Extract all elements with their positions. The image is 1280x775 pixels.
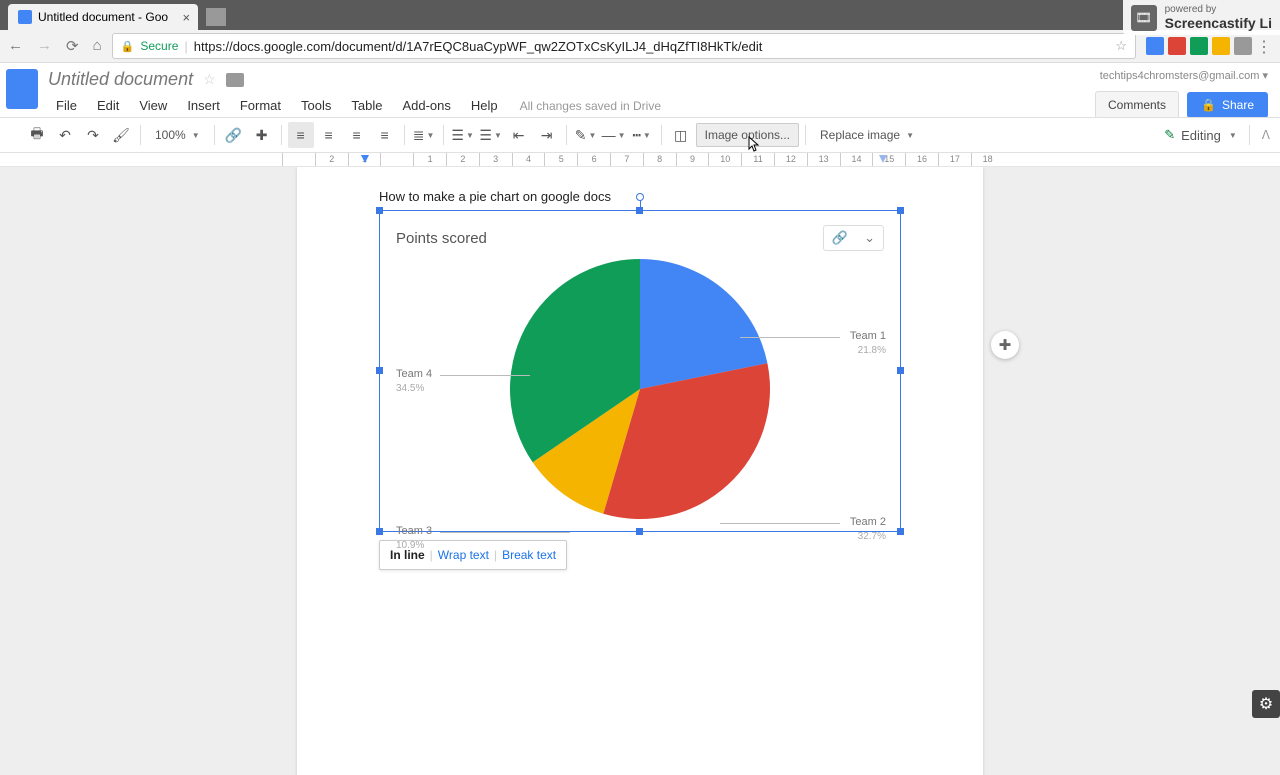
ext-icon[interactable] [1168,37,1186,55]
slice-label-team2: Team 2 32.7% [850,515,886,544]
align-left-icon[interactable]: ≡ [288,122,314,148]
align-right-icon[interactable]: ≡ [344,122,370,148]
indent-decrease-icon[interactable]: ⇤ [506,122,532,148]
browser-tab-bar: Untitled document - Goo × [0,0,1280,30]
extension-icons: ⋮ [1146,37,1272,55]
wrap-break[interactable]: Break text [502,548,556,562]
replace-image-button[interactable]: Replace image ▼ [812,124,922,146]
border-dash-icon[interactable]: ┅▼ [629,122,655,148]
chart-link-icon[interactable]: 🔗 [824,226,856,250]
nav-back-icon[interactable]: ← [8,37,23,55]
share-button[interactable]: 🔒 Share [1187,92,1268,118]
editing-mode-button[interactable]: ✎ Editing ▼ [1164,127,1237,143]
resize-handle-icon[interactable] [636,207,643,214]
lock-icon: 🔒 [1201,98,1216,112]
chart-title: Points scored [396,230,487,247]
slice-label-team4: Team 4 34.5% [396,367,432,396]
zoom-select[interactable]: 100%▼ [147,124,208,146]
tab-title: Untitled document - Goo [38,10,168,24]
chart-selection[interactable]: Points scored 🔗 ⌄ Team 1 21.8% Team 2 [379,210,901,532]
menu-format[interactable]: Format [232,94,289,117]
ext-icon[interactable] [1146,37,1164,55]
slice-label-team3: Team 3 10.9% [396,524,432,553]
address-bar: ← → ⟳ ⌂ 🔒 Secure | https://docs.google.c… [0,30,1280,63]
nav-reload-icon[interactable]: ⟳ [66,37,79,55]
menu-insert[interactable]: Insert [179,94,228,117]
browser-tab[interactable]: Untitled document - Goo × [8,4,198,30]
ruler[interactable]: 21123456789101112131415161718 [0,153,1280,167]
border-color-icon[interactable]: ✎▼ [573,122,599,148]
rotation-handle-icon[interactable] [636,193,644,201]
nav-home-icon[interactable]: ⌂ [93,37,102,55]
menu-bar: File Edit View Insert Format Tools Table… [48,94,1264,117]
menu-edit[interactable]: Edit [89,94,127,117]
pie-svg [510,259,770,519]
move-folder-icon[interactable] [226,73,244,87]
pencil-icon: ✎ [1164,127,1175,143]
menu-table[interactable]: Table [343,94,390,117]
url-input[interactable]: 🔒 Secure | https://docs.google.com/docum… [112,33,1136,59]
ext-icon[interactable] [1234,37,1252,55]
new-tab-button[interactable] [206,8,226,26]
redo-icon[interactable]: ↷ [80,122,106,148]
image-options-button[interactable]: Image options... [696,123,799,147]
align-justify-icon[interactable]: ≡ [372,122,398,148]
link-icon[interactable]: 🔗 [221,122,247,148]
menu-addons[interactable]: Add-ons [394,94,458,117]
resize-handle-icon[interactable] [376,207,383,214]
menu-view[interactable]: View [131,94,175,117]
page: How to make a pie chart on google docs P… [297,167,983,775]
ext-icon[interactable] [1190,37,1208,55]
paint-format-icon[interactable]: 🖌 [108,122,134,148]
chart-link-controls[interactable]: 🔗 ⌄ [823,225,884,251]
line-spacing-icon[interactable]: ≣▼ [411,122,437,148]
gear-icon[interactable]: ⚙ [1252,690,1280,718]
align-center-icon[interactable]: ≡ [316,122,342,148]
screencastify-watermark: 🎞 powered by Screencastify Li [1123,0,1280,35]
comments-button[interactable]: Comments [1095,91,1179,119]
url-text: https://docs.google.com/document/d/1A7rE… [194,39,763,54]
user-email[interactable]: techtips4chromsters@gmail.com ▾ [1100,69,1268,82]
comment-add-icon[interactable]: ✚ [249,122,275,148]
menu-file[interactable]: File [48,94,85,117]
bookmark-star-icon[interactable]: ☆ [1115,38,1127,54]
print-icon[interactable]: 🖶 [24,122,50,148]
bullet-list-icon[interactable]: ☰▼ [478,122,504,148]
border-weight-icon[interactable]: —▼ [601,122,627,148]
pie-chart: Team 1 21.8% Team 2 32.7% Team 3 10.9% [380,259,900,529]
menu-icon[interactable]: ⋮ [1256,37,1272,55]
crop-icon[interactable]: ◫ [668,122,694,148]
undo-icon[interactable]: ↶ [52,122,78,148]
docs-logo-icon[interactable] [6,69,38,109]
nav-forward-icon: → [37,37,52,55]
secure-label: Secure [140,39,178,53]
chevron-down-icon[interactable]: ⌄ [856,226,883,250]
toolbar: 🖶 ↶ ↷ 🖌 100%▼ 🔗 ✚ ≡ ≡ ≡ ≡ ≣▼ ☰▼ ☰▼ ⇤ ⇥ ✎… [0,117,1280,153]
docs-header: Untitled document ☆ techtips4chromsters@… [0,63,1280,117]
menu-tools[interactable]: Tools [293,94,339,117]
add-comment-button[interactable]: ✚ [991,331,1019,359]
save-status: All changes saved in Drive [520,99,661,113]
tab-close-icon[interactable]: × [182,10,190,25]
favicon-icon [18,10,32,24]
collapse-toolbar-icon[interactable]: ᐱ [1262,128,1270,142]
ext-icon[interactable] [1212,37,1230,55]
lock-icon: 🔒 [121,40,135,53]
slice-label-team1: Team 1 21.8% [850,329,886,358]
document-title[interactable]: Untitled document [48,69,193,90]
indent-increase-icon[interactable]: ⇥ [534,122,560,148]
document-canvas[interactable]: How to make a pie chart on google docs P… [0,167,1280,775]
film-icon: 🎞 [1131,5,1157,31]
resize-handle-icon[interactable] [636,528,643,535]
menu-help[interactable]: Help [463,94,506,117]
wrap-text[interactable]: Wrap text [438,548,489,562]
resize-handle-icon[interactable] [897,528,904,535]
star-document-icon[interactable]: ☆ [203,71,216,88]
numbered-list-icon[interactable]: ☰▼ [450,122,476,148]
resize-handle-icon[interactable] [376,528,383,535]
resize-handle-icon[interactable] [897,207,904,214]
